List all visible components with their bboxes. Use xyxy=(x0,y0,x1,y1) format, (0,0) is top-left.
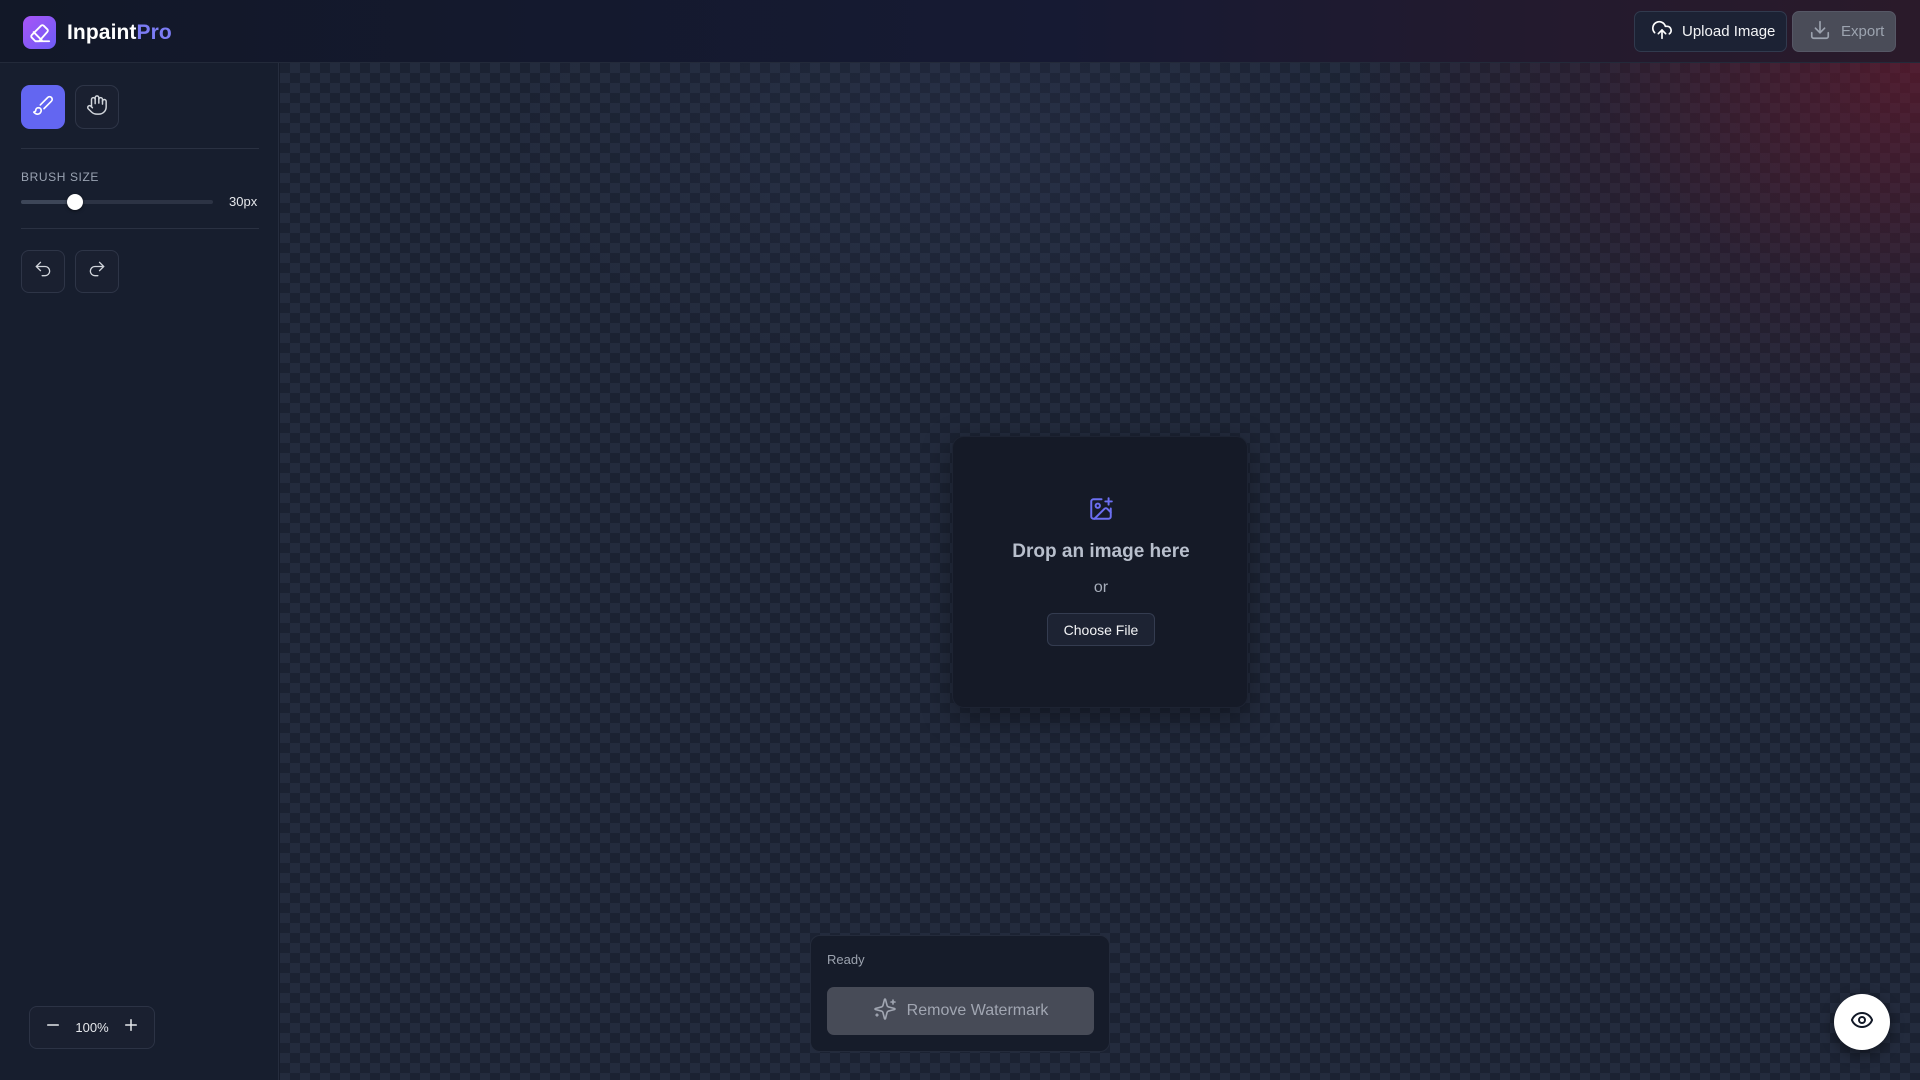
tool-sidebar: BRUSH SIZE 30px 100% xyxy=(0,63,279,1080)
dropzone-or-text: or xyxy=(1093,579,1109,596)
zoom-control: 100% xyxy=(29,1006,155,1049)
preview-toggle-button[interactable] xyxy=(1834,994,1890,1050)
editor-canvas[interactable]: Drop an image here or Choose File Ready … xyxy=(280,63,1920,1080)
plus-icon xyxy=(122,1016,140,1039)
cloud-upload-icon xyxy=(1651,19,1673,45)
export-button[interactable]: Export xyxy=(1792,11,1896,52)
undo-button[interactable] xyxy=(21,250,65,293)
pan-tool-button[interactable] xyxy=(75,85,119,129)
dropzone-title: Drop an image here xyxy=(1012,541,1190,562)
choose-file-button[interactable]: Choose File xyxy=(1047,613,1155,646)
brush-size-slider[interactable] xyxy=(21,194,213,210)
brush-tool-button[interactable] xyxy=(21,85,65,129)
brush-size-label: BRUSH SIZE xyxy=(21,170,100,184)
sidebar-divider xyxy=(21,148,259,149)
image-dropzone[interactable]: Drop an image here or Choose File xyxy=(952,436,1248,708)
zoom-out-button[interactable] xyxy=(42,1017,64,1039)
hand-icon xyxy=(86,94,108,121)
brand: InpaintPro xyxy=(23,16,172,49)
status-text: Ready xyxy=(827,952,865,967)
download-icon xyxy=(1809,19,1831,45)
remove-watermark-button[interactable]: Remove Watermark xyxy=(827,987,1094,1035)
upload-image-button[interactable]: Upload Image xyxy=(1634,11,1787,52)
brush-size-value: 30px xyxy=(229,194,258,209)
sparkles-icon xyxy=(873,997,897,1026)
app-title-accent: Pro xyxy=(136,20,172,44)
slider-thumb[interactable] xyxy=(66,194,83,210)
image-plus-icon xyxy=(1088,496,1114,522)
redo-button[interactable] xyxy=(75,250,119,293)
zoom-level: 100% xyxy=(75,1020,109,1035)
app-title: InpaintPro xyxy=(67,21,172,45)
upload-image-label: Upload Image xyxy=(1682,23,1776,40)
minus-icon xyxy=(44,1016,62,1039)
eye-icon xyxy=(1850,1008,1874,1037)
action-panel: Ready Remove Watermark xyxy=(810,935,1110,1052)
sidebar-divider xyxy=(21,228,259,229)
top-bar: InpaintPro Upload Image Export xyxy=(0,0,1920,63)
export-label: Export xyxy=(1841,23,1885,40)
eraser-icon xyxy=(23,16,56,49)
brush-icon xyxy=(32,94,54,121)
remove-watermark-label: Remove Watermark xyxy=(906,1002,1049,1019)
app-title-main: Inpaint xyxy=(67,20,137,44)
redo-icon xyxy=(87,259,107,284)
undo-icon xyxy=(33,259,53,284)
zoom-in-button[interactable] xyxy=(120,1017,142,1039)
